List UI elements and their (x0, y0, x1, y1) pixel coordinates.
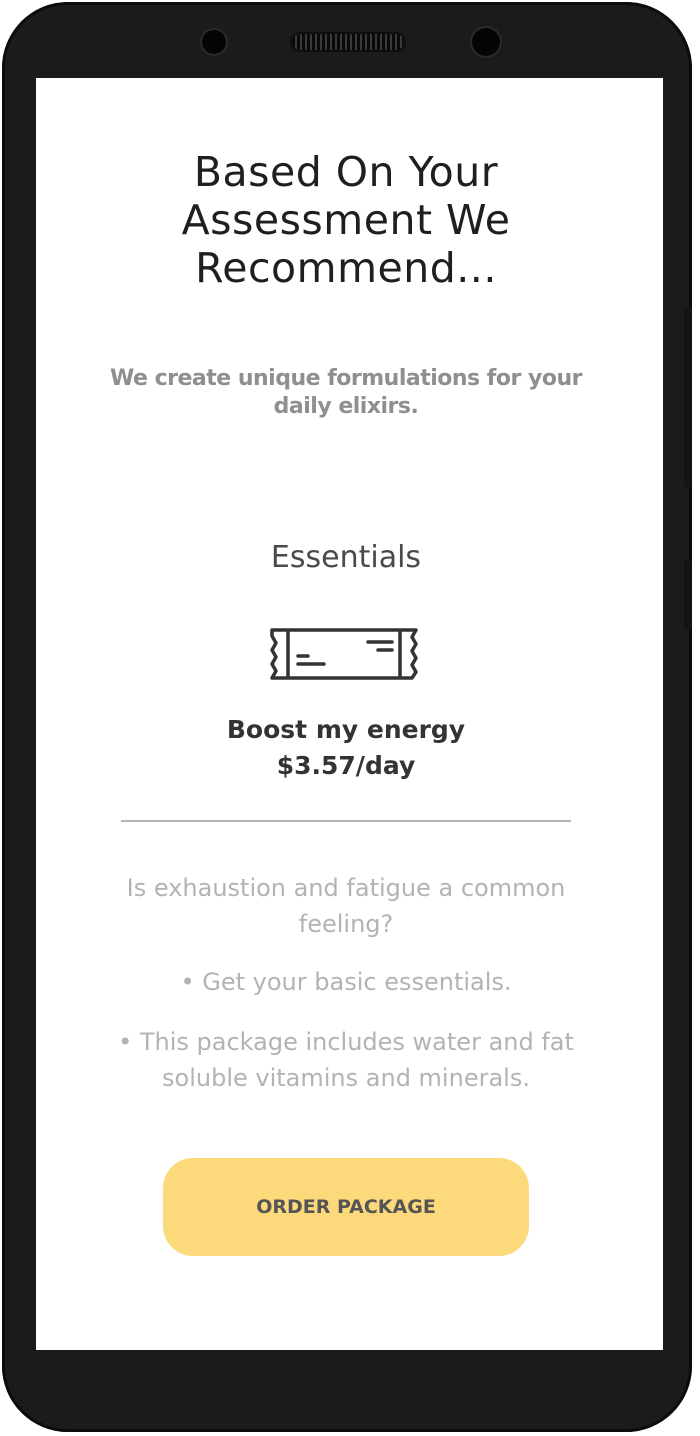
earpiece-speaker (292, 34, 404, 50)
divider (121, 820, 571, 822)
sensor-icon (472, 28, 500, 56)
device-frame: Based On Your Assessment We Recommend...… (2, 2, 692, 1432)
snack-bar-icon (270, 628, 418, 680)
page-title: Based On Your Assessment We Recommend... (36, 148, 656, 292)
description-question: Is exhaustion and fatigue a common feeli… (76, 870, 616, 942)
package-name: Essentials (270, 540, 422, 575)
title-line-3: Recommend... (195, 244, 497, 292)
bullet-basic-essentials: • Get your basic essentials. (180, 968, 512, 996)
package-benefit: Boost my energy (226, 715, 466, 744)
title-line-2: Assessment We (181, 196, 511, 244)
subtitle-line-1: We create unique formulations for your (110, 366, 582, 391)
power-button (684, 560, 692, 630)
app-screen: Based On Your Assessment We Recommend...… (36, 78, 663, 1350)
volume-button (684, 307, 692, 487)
order-package-button[interactable]: ORDER PACKAGE (163, 1158, 529, 1256)
front-camera-icon (202, 30, 226, 54)
bullet-package-contents: • This package includes water and fat so… (76, 1024, 616, 1096)
question-line-1: Is exhaustion and fatigue a common (126, 874, 566, 902)
bullet2-line-1: • This package includes water and fat (118, 1028, 574, 1056)
page-subtitle: We create unique formulations for your d… (76, 365, 616, 421)
subtitle-line-2: daily elixirs. (273, 394, 419, 419)
question-line-2: feeling? (298, 910, 394, 938)
bullet2-line-2: soluble vitamins and minerals. (162, 1064, 530, 1092)
package-price: $3.57/day (276, 751, 416, 780)
title-line-1: Based On Your (193, 148, 499, 196)
